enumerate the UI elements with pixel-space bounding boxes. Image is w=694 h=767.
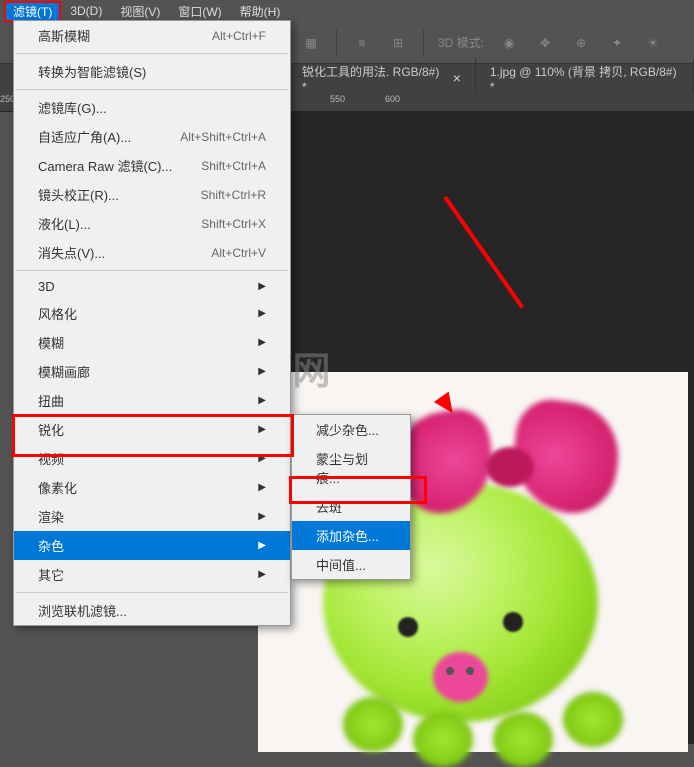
menu-window[interactable]: 窗口(W) bbox=[169, 1, 230, 22]
menu-stylize-submenu[interactable]: 风格化▶ bbox=[14, 299, 290, 328]
tab-label: 1.jpg @ 110% (背景 拷贝, RGB/8#) * bbox=[490, 63, 679, 94]
menu-filter[interactable]: 滤镜(T) bbox=[4, 1, 61, 22]
menu-add-noise[interactable]: 添加杂色... bbox=[292, 521, 410, 550]
star-icon[interactable]: ✦ bbox=[606, 32, 628, 54]
menu-liquify[interactable]: 液化(L)...Shift+Ctrl+X bbox=[14, 209, 290, 238]
menu-gaussian-blur[interactable]: 高斯模糊Alt+Ctrl+F bbox=[14, 21, 290, 50]
menu-camera-raw[interactable]: Camera Raw 滤镜(C)...Shift+Ctrl+A bbox=[14, 151, 290, 180]
menu-median[interactable]: 中间值... bbox=[292, 550, 410, 579]
menu-vanishing-point[interactable]: 消失点(V)...Alt+Ctrl+V bbox=[14, 238, 290, 267]
menu-pixelate-submenu[interactable]: 像素化▶ bbox=[14, 473, 290, 502]
orbit-icon[interactable]: ◉ bbox=[498, 32, 520, 54]
noise-submenu: 减少杂色... 蒙尘与划痕... 去斑 添加杂色... 中间值... bbox=[291, 414, 411, 580]
target-icon[interactable]: ⊕ bbox=[570, 32, 592, 54]
close-icon[interactable]: × bbox=[453, 70, 461, 86]
menu-blur-gallery-submenu[interactable]: 模糊画廊▶ bbox=[14, 357, 290, 386]
menu-despeckle[interactable]: 去斑 bbox=[292, 492, 410, 521]
tab-label: 锐化工具的用法. RGB/8#) * bbox=[302, 63, 443, 94]
menu-other-submenu[interactable]: 其它▶ bbox=[14, 560, 290, 589]
filter-dropdown: 高斯模糊Alt+Ctrl+F 转换为智能滤镜(S) 滤镜库(G)... 自适应广… bbox=[13, 20, 291, 626]
menu-3d-submenu[interactable]: 3D▶ bbox=[14, 274, 290, 299]
menu-render-submenu[interactable]: 渲染▶ bbox=[14, 502, 290, 531]
grid-icon[interactable]: ▦ bbox=[300, 32, 322, 54]
menu-lens-correction[interactable]: 镜头校正(R)...Shift+Ctrl+R bbox=[14, 180, 290, 209]
menu-smart-filter[interactable]: 转换为智能滤镜(S) bbox=[14, 57, 290, 86]
menu-video-submenu[interactable]: 视频▶ bbox=[14, 444, 290, 473]
ruler-tick: 600 bbox=[385, 94, 400, 104]
menu-adaptive-wide-angle[interactable]: 自适应广角(A)...Alt+Shift+Ctrl+A bbox=[14, 122, 290, 151]
menu-view[interactable]: 视图(V) bbox=[111, 1, 169, 22]
align-icon[interactable]: ⊞ bbox=[387, 32, 409, 54]
mode-label: 3D 模式: bbox=[438, 34, 484, 51]
menubar: 滤镜(T) 3D(D) 视图(V) 窗口(W) 帮助(H) bbox=[0, 0, 694, 22]
ruler-tick: 550 bbox=[330, 94, 345, 104]
menu-noise-submenu[interactable]: 杂色▶ bbox=[14, 531, 290, 560]
menu-dust-scratches[interactable]: 蒙尘与划痕... bbox=[292, 444, 410, 492]
menu-distort-submenu[interactable]: 扭曲▶ bbox=[14, 386, 290, 415]
layers-icon[interactable]: ≡ bbox=[351, 32, 373, 54]
menu-blur-submenu[interactable]: 模糊▶ bbox=[14, 328, 290, 357]
menu-3d[interactable]: 3D(D) bbox=[61, 2, 111, 20]
light-icon[interactable]: ☀ bbox=[642, 32, 664, 54]
menu-reduce-noise[interactable]: 减少杂色... bbox=[292, 415, 410, 444]
menu-browse-online[interactable]: 浏览联机滤镜... bbox=[14, 596, 290, 625]
menu-filter-gallery[interactable]: 滤镜库(G)... bbox=[14, 93, 290, 122]
menu-sharpen-submenu[interactable]: 锐化▶ bbox=[14, 415, 290, 444]
pan-icon[interactable]: ✥ bbox=[534, 32, 556, 54]
menu-help[interactable]: 帮助(H) bbox=[231, 1, 290, 22]
